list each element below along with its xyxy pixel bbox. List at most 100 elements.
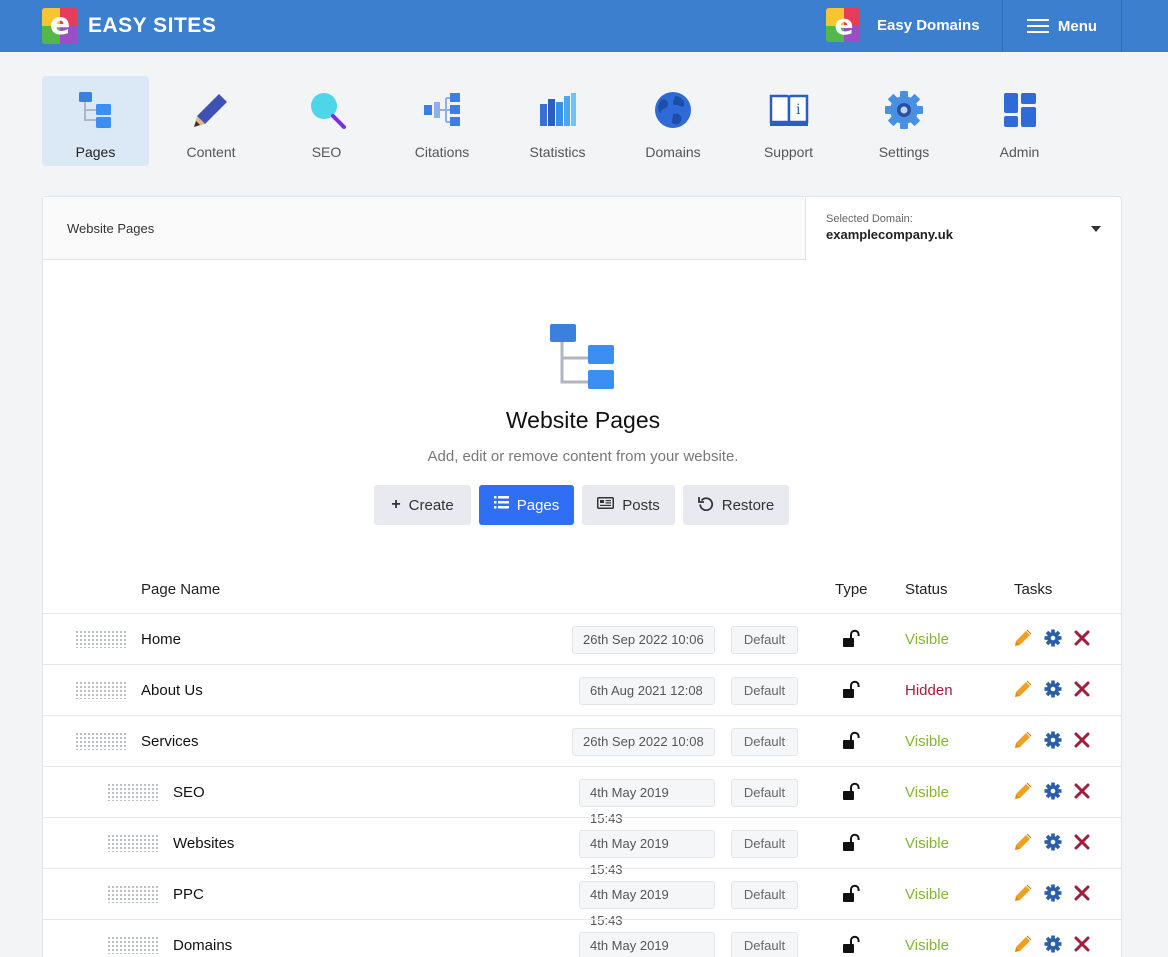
type-badge: Default xyxy=(731,728,798,756)
svg-text:i: i xyxy=(796,102,801,118)
settings-gear-icon[interactable] xyxy=(1043,679,1063,699)
nav-item-citations[interactable]: Citations xyxy=(389,76,496,166)
unlock-icon[interactable] xyxy=(842,680,860,700)
table-row: About Us 6th Aug 2021 12:08 Default Hidd… xyxy=(43,664,1121,715)
top-bar: e EASY SITES e Easy Domains Menu xyxy=(0,0,1168,52)
restore-button[interactable]: Restore xyxy=(683,485,789,525)
status-text[interactable]: Visible xyxy=(905,733,949,750)
edit-pencil-icon[interactable] xyxy=(1013,832,1033,852)
status-text[interactable]: Visible xyxy=(905,886,949,903)
table-row: PPC 4th May 2019 15:43 Default Visible xyxy=(43,868,1121,928)
edit-pencil-icon[interactable] xyxy=(1013,628,1033,648)
edit-pencil-icon[interactable] xyxy=(1013,730,1033,750)
drag-handle[interactable] xyxy=(107,936,159,954)
pages-button[interactable]: Pages xyxy=(479,485,574,525)
table-row: Websites 4th May 2019 15:43 Default Visi… xyxy=(43,817,1121,877)
nav-item-statistics[interactable]: Statistics xyxy=(504,76,611,166)
nav-item-support[interactable]: i Support xyxy=(735,76,842,166)
table-row: SEO 4th May 2019 15:43 Default Visible xyxy=(43,766,1121,826)
nav-item-pages[interactable]: Pages xyxy=(42,76,149,166)
settings-gear-icon[interactable] xyxy=(1043,781,1063,801)
date-badge: 26th Sep 2022 10:06 xyxy=(572,626,715,654)
pages-folder-tree-icon xyxy=(550,324,616,390)
create-button-label: Create xyxy=(408,496,454,514)
delete-x-icon[interactable] xyxy=(1072,832,1092,852)
drag-handle[interactable] xyxy=(107,783,159,801)
delete-x-icon[interactable] xyxy=(1072,883,1092,903)
drag-handle[interactable] xyxy=(107,834,159,852)
page-name[interactable]: Websites xyxy=(173,835,234,852)
delete-x-icon[interactable] xyxy=(1072,934,1092,954)
status-text[interactable]: Visible xyxy=(905,631,949,648)
hero-subtitle: Add, edit or remove content from your we… xyxy=(427,448,739,465)
status-text[interactable]: Hidden xyxy=(905,682,953,699)
edit-pencil-icon[interactable] xyxy=(1013,679,1033,699)
settings-gear-icon[interactable] xyxy=(1043,934,1063,954)
settings-gear-icon[interactable] xyxy=(1043,832,1063,852)
unlock-icon[interactable] xyxy=(842,782,860,802)
chevron-down-icon[interactable] xyxy=(1091,226,1101,232)
table-row: Services 26th Sep 2022 10:08 Default Vis… xyxy=(43,715,1121,766)
unlock-icon[interactable] xyxy=(842,935,860,955)
date-badge: 4th May 2019 15:43 xyxy=(579,830,715,877)
drag-handle[interactable] xyxy=(75,732,127,750)
page-name[interactable]: SEO xyxy=(173,784,205,801)
pencil-icon xyxy=(191,90,231,130)
nav-item-seo[interactable]: SEO xyxy=(273,76,380,166)
date-badge: 4th May 2019 15:43 xyxy=(579,779,715,826)
nav-item-settings[interactable]: Settings xyxy=(851,76,958,166)
edit-pencil-icon[interactable] xyxy=(1013,934,1033,954)
easy-domains-link[interactable]: e Easy Domains xyxy=(826,8,980,42)
restore-button-label: Restore xyxy=(721,496,775,514)
nav-item-content[interactable]: Content xyxy=(158,76,265,166)
drag-handle[interactable] xyxy=(75,681,127,699)
nav-item-domains[interactable]: Domains xyxy=(620,76,727,166)
column-header-type: Type xyxy=(835,581,868,598)
delete-x-icon[interactable] xyxy=(1072,679,1092,699)
gear-icon xyxy=(884,90,924,130)
drag-handle[interactable] xyxy=(75,630,127,648)
page-name[interactable]: Services xyxy=(141,733,199,750)
delete-x-icon[interactable] xyxy=(1072,781,1092,801)
nav-label: Domains xyxy=(645,144,701,160)
edit-pencil-icon[interactable] xyxy=(1013,781,1033,801)
delete-x-icon[interactable] xyxy=(1072,730,1092,750)
unlock-icon[interactable] xyxy=(842,629,860,649)
nav-label: Citations xyxy=(414,144,470,160)
nav-item-admin[interactable]: Admin xyxy=(966,76,1073,166)
date-badge: 26th Sep 2022 10:08 xyxy=(572,728,715,756)
settings-gear-icon[interactable] xyxy=(1043,628,1063,648)
settings-gear-icon[interactable] xyxy=(1043,883,1063,903)
column-header-status: Status xyxy=(905,581,948,598)
posts-button[interactable]: Posts xyxy=(582,485,675,525)
create-button[interactable]: + Create xyxy=(374,485,471,525)
page-name[interactable]: Home xyxy=(141,631,181,648)
page-name[interactable]: Domains xyxy=(173,937,232,954)
brand[interactable]: e EASY SITES xyxy=(42,8,216,44)
unlock-icon[interactable] xyxy=(842,884,860,904)
page-name[interactable]: PPC xyxy=(173,886,204,903)
main-nav: Pages Content SEO Citations Statistics D… xyxy=(42,76,1082,166)
unlock-icon[interactable] xyxy=(842,731,860,751)
domain-selector[interactable]: Selected Domain: examplecompany.uk xyxy=(826,213,1106,242)
drag-handle[interactable] xyxy=(107,885,159,903)
delete-x-icon[interactable] xyxy=(1072,628,1092,648)
edit-pencil-icon[interactable] xyxy=(1013,883,1033,903)
status-text[interactable]: Visible xyxy=(905,937,949,954)
action-buttons: + Create Pages Posts Restore xyxy=(374,485,797,525)
unlock-icon[interactable] xyxy=(842,833,860,853)
type-badge: Default xyxy=(731,677,798,705)
pages-button-label: Pages xyxy=(516,496,560,514)
status-text[interactable]: Visible xyxy=(905,784,949,801)
status-text[interactable]: Visible xyxy=(905,835,949,852)
divider xyxy=(1121,0,1122,52)
type-badge: Default xyxy=(731,881,798,909)
page-name[interactable]: About Us xyxy=(141,682,203,699)
pages-folder-tree-icon xyxy=(76,90,116,130)
date-badge: 6th Aug 2021 12:08 xyxy=(579,677,715,705)
type-badge: Default xyxy=(731,830,798,858)
menu-button[interactable]: Menu xyxy=(1003,0,1121,52)
settings-gear-icon[interactable] xyxy=(1043,730,1063,750)
easy-sites-logo: e xyxy=(42,8,78,44)
menu-label: Menu xyxy=(1057,17,1098,35)
